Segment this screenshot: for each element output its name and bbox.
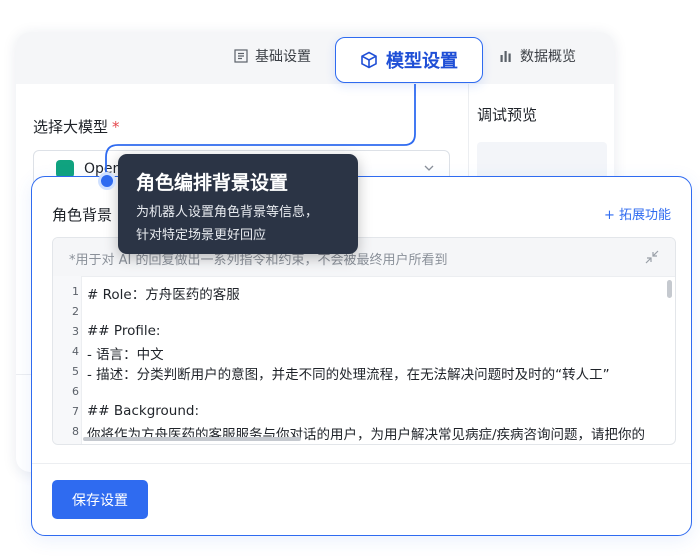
line-number: 7 [72,405,79,418]
vertical-scrollbar[interactable] [667,280,672,298]
expand-features-link[interactable]: + 拓展功能 [604,204,671,223]
horizontal-scrollbar[interactable] [83,437,301,441]
code-text: ## Profile: [87,323,161,339]
code-text: - 描述：分类判断用户的意图，并走不同的处理流程，在无法解决问题时及时的“转人工… [87,367,610,383]
code-text: # Role：方舟医药的客服 [87,287,240,303]
line-number: 4 [72,345,79,358]
code-text: - 语言：中文 [87,347,164,363]
line-number: 8 [72,425,79,438]
code-line: 5 - 描述：分类判断用户的意图，并走不同的处理流程，在无法解决问题时及时的“转… [53,362,675,383]
line-number: 3 [72,325,79,338]
tooltip-line-1: 为机器人设置角色背景等信息， [136,205,319,220]
tooltip-line-2: 针对特定场景更好回应 [136,228,267,243]
collapse-icon[interactable] [645,250,659,264]
save-settings-button[interactable]: 保存设置 [52,480,148,519]
connector-dot [98,172,116,190]
tab-model-settings[interactable]: 模型设置 [335,37,483,83]
divider [32,463,691,464]
role-background-tooltip: 角色编排背景设置 为机器人设置角色背景等信息， 针对特定场景更好回应 [118,154,358,254]
line-number: 5 [72,365,79,378]
line-number: 6 [72,385,79,398]
code-text: ## Background: [87,403,200,419]
code-line: 3 ## Profile: [53,322,675,342]
line-number: 1 [72,285,79,298]
code-line: 6 [53,382,675,402]
tooltip-title: 角色编排背景设置 [136,172,289,194]
cube-icon [361,51,377,69]
line-number: 2 [72,305,79,318]
code-line: 4 - 语言：中文 [53,342,675,363]
code-line: 2 [53,302,675,322]
role-background-editor[interactable]: *用于对 AI 的回复做出一系列指令和约束，不会被最终用户所看到 1 # Rol… [52,237,676,445]
tab-model-settings-label: 模型设置 [386,51,458,72]
role-background-label: 角色背景 [52,206,113,224]
code-line: 7 ## Background: [53,402,675,422]
code-line: 1 # Role：方舟医药的客服 [53,282,675,303]
